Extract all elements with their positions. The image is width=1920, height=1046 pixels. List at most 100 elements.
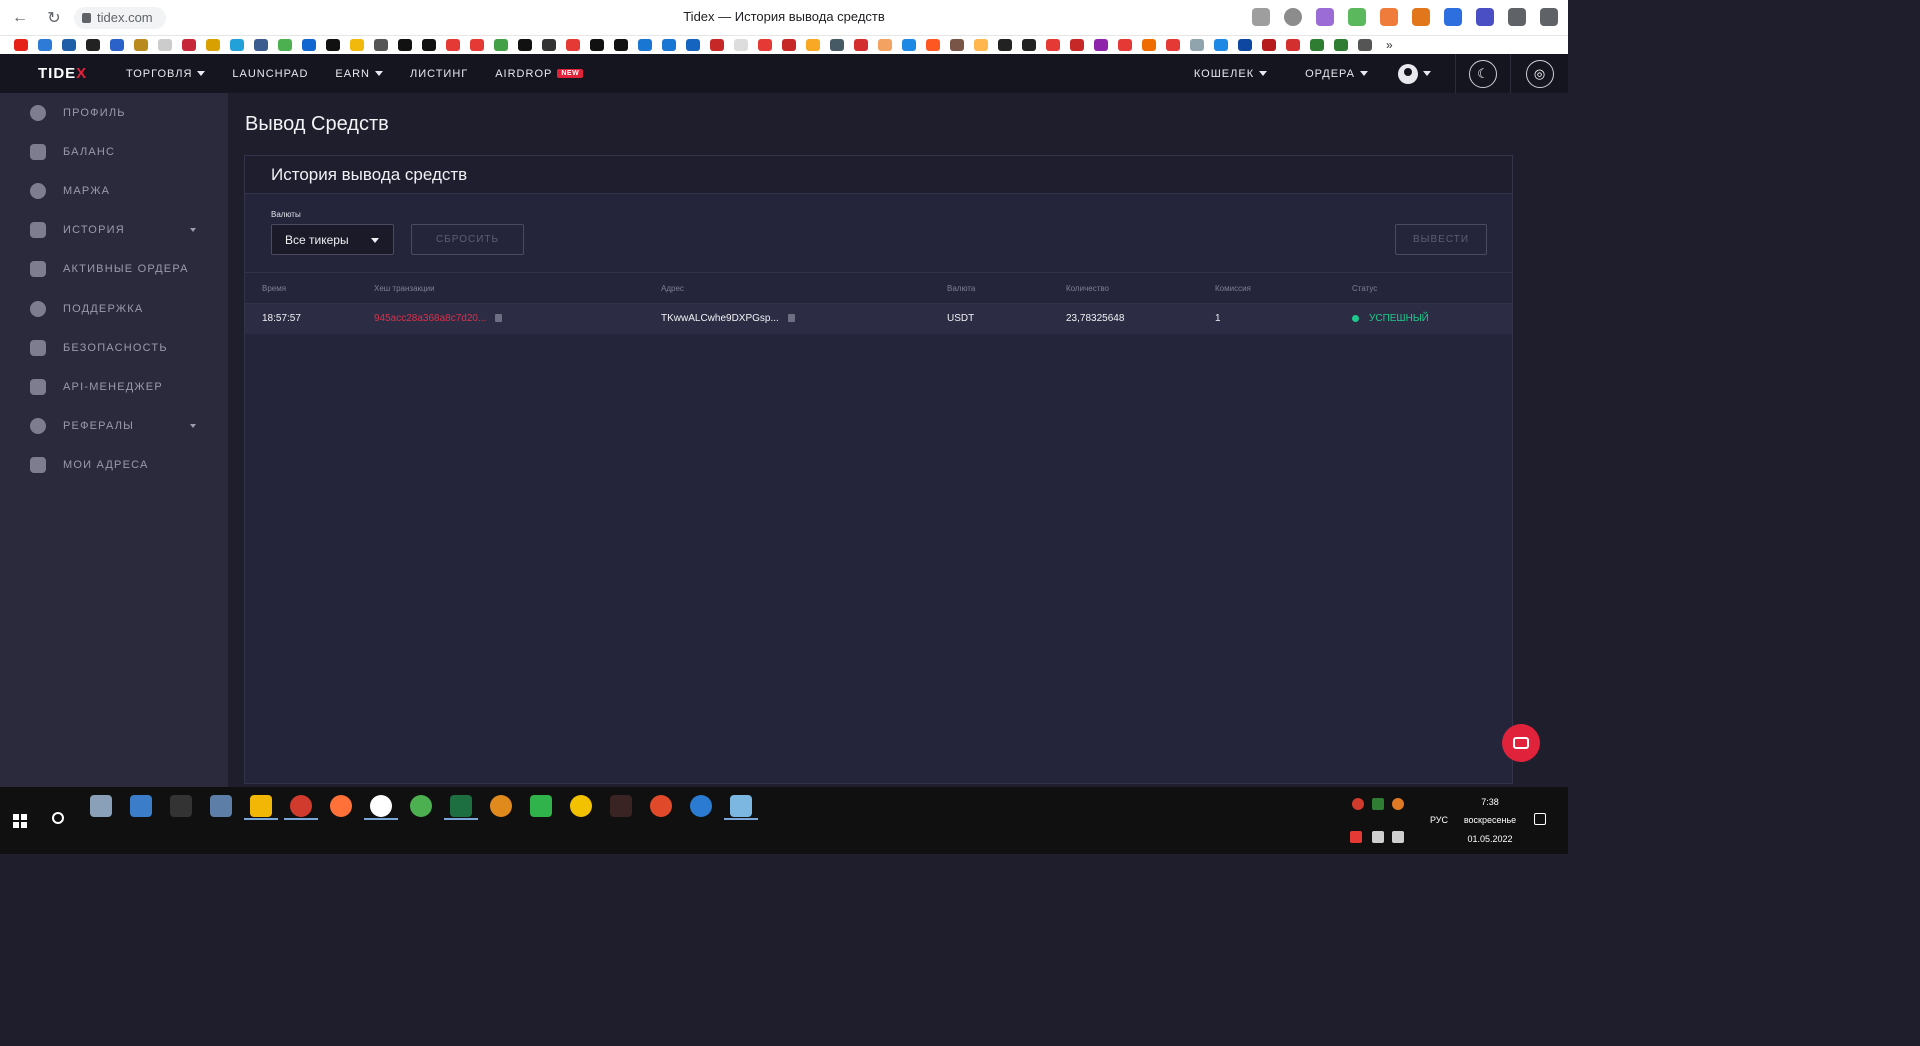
- bookmark-icon[interactable]: [878, 39, 892, 51]
- bookmark-icon[interactable]: [974, 39, 988, 51]
- bookmark-icon[interactable]: [1094, 39, 1108, 51]
- chat-support-button[interactable]: [1502, 724, 1540, 762]
- bookmark-icon[interactable]: [38, 39, 52, 51]
- bookmark-icon[interactable]: [206, 39, 220, 51]
- bookmark-icon[interactable]: [446, 39, 460, 51]
- bookmark-icon[interactable]: [326, 39, 340, 51]
- bookmark-icon[interactable]: [1358, 39, 1372, 51]
- tradingview-bookmark-icon[interactable]: [398, 39, 412, 51]
- bookmark-icon[interactable]: [374, 39, 388, 51]
- x-extension-icon[interactable]: [1444, 8, 1462, 26]
- taskbar-app-icon[interactable]: [690, 795, 712, 817]
- bookmark-icon[interactable]: [950, 39, 964, 51]
- address-bar[interactable]: tidex.com: [74, 6, 166, 29]
- menu-launchpad[interactable]: LAUNCHPAD: [232, 68, 308, 80]
- sidebar-item-support[interactable]: ПОДДЕРЖКА: [0, 289, 228, 328]
- menu-airdrop[interactable]: AIRDROP NEW: [495, 68, 584, 80]
- bookmark-icon[interactable]: [998, 39, 1012, 51]
- vk-bookmark-icon[interactable]: [902, 39, 916, 51]
- taskbar-app-icon[interactable]: [570, 795, 592, 817]
- sidebar-item-referrals[interactable]: РЕФЕРАЛЫ: [0, 407, 228, 446]
- bookmark-icon[interactable]: [518, 39, 532, 51]
- bookmark-icon[interactable]: [110, 39, 124, 51]
- bookmark-icon[interactable]: [662, 39, 676, 51]
- bookmark-icon[interactable]: [566, 39, 580, 51]
- bookmark-icon[interactable]: [1118, 39, 1132, 51]
- bookmark-icon[interactable]: [1286, 39, 1300, 51]
- menu-orders[interactable]: ОРДЕРА: [1305, 68, 1368, 80]
- bookmark-icon[interactable]: [1046, 39, 1060, 51]
- clock-date[interactable]: 01.05.2022: [1460, 834, 1520, 844]
- bookmark-icon[interactable]: [854, 39, 868, 51]
- currency-select[interactable]: Все тикеры: [271, 224, 394, 255]
- calculator-icon[interactable]: [210, 795, 232, 817]
- taskbar-app-icon[interactable]: [530, 795, 552, 817]
- bookmark-icon[interactable]: [1334, 39, 1348, 51]
- network-icon[interactable]: [1372, 831, 1384, 843]
- taskbar-app-icon[interactable]: [490, 795, 512, 817]
- sidebar-item-active-orders[interactable]: АКТИВНЫЕ ОРДЕРА: [0, 250, 228, 289]
- bookmark-icon[interactable]: [182, 39, 196, 51]
- reset-button[interactable]: СБРОСИТЬ: [411, 224, 524, 255]
- terminal-icon[interactable]: [170, 795, 192, 817]
- moon-icon[interactable]: ☾: [1469, 59, 1497, 88]
- menu-listing[interactable]: ЛИСТИНГ: [410, 68, 468, 80]
- user-menu[interactable]: [1398, 63, 1431, 84]
- sidebar-item-security[interactable]: БЕЗОПАСНОСТЬ: [0, 328, 228, 367]
- tidex-logo[interactable]: TIDEX: [38, 65, 126, 82]
- bookmark-icon[interactable]: [470, 39, 484, 51]
- windows-start-icon[interactable]: [13, 814, 27, 828]
- bookmark-icon[interactable]: [1166, 39, 1180, 51]
- more-bookmarks-icon[interactable]: »: [1386, 38, 1393, 52]
- bookmark-icon[interactable]: [542, 39, 556, 51]
- taskbar-app-icon[interactable]: [650, 795, 672, 817]
- bookmark-icon[interactable]: [230, 39, 244, 51]
- language-indicator[interactable]: РУС: [1430, 815, 1448, 825]
- psiphon-icon[interactable]: [290, 795, 312, 817]
- menu-trading[interactable]: ТОРГОВЛЯ: [126, 68, 206, 80]
- clock-time[interactable]: 7:38: [1468, 797, 1512, 807]
- bookmark-icon[interactable]: [614, 39, 628, 51]
- bookmark-icon[interactable]: [590, 39, 604, 51]
- bookmark-icon[interactable]: [134, 39, 148, 51]
- tray-psiphon-icon[interactable]: [1352, 798, 1364, 810]
- puzzle-icon[interactable]: [1508, 8, 1526, 26]
- sidebar-item-balance[interactable]: БАЛАНС: [0, 132, 228, 171]
- bookmark-icon[interactable]: [86, 39, 100, 51]
- bookmark-icon[interactable]: [782, 39, 796, 51]
- bookmark-icon[interactable]: [1238, 39, 1252, 51]
- chrome-icon[interactable]: [410, 795, 432, 817]
- bookmark-icon[interactable]: [254, 39, 268, 51]
- tray-app-icon[interactable]: [1392, 798, 1404, 810]
- clock-day[interactable]: воскресенье: [1460, 815, 1520, 825]
- bookmark-icon[interactable]: [1262, 39, 1276, 51]
- bookmark-icon[interactable]: [806, 39, 820, 51]
- speaker-icon[interactable]: [1392, 831, 1404, 843]
- reload-icon[interactable]: ↻: [40, 4, 68, 32]
- download-extension-icon[interactable]: [1348, 8, 1366, 26]
- bookmark-icon[interactable]: [494, 39, 508, 51]
- k-extension-icon[interactable]: [1476, 8, 1494, 26]
- bookmark-icon[interactable]: [1310, 39, 1324, 51]
- bookmark-icon[interactable]: [758, 39, 772, 51]
- sidebar-item-addresses[interactable]: МОИ АДРЕСА: [0, 446, 228, 485]
- notifications-icon[interactable]: [1534, 813, 1546, 825]
- sidebar-item-profile[interactable]: ПРОФИЛЬ: [0, 93, 228, 132]
- bookmark-icon[interactable]: [830, 39, 844, 51]
- bookmark-icon[interactable]: [734, 39, 748, 51]
- menu-wallet[interactable]: КОШЕЛЕК: [1194, 68, 1268, 80]
- copy-icon[interactable]: [787, 314, 795, 323]
- metamask-icon[interactable]: [1412, 8, 1430, 26]
- bookmark-icon[interactable]: [62, 39, 76, 51]
- volume-muted-icon[interactable]: [1350, 831, 1362, 843]
- pen-extension-icon[interactable]: [1316, 8, 1334, 26]
- sidebar-item-margin[interactable]: МАРЖА: [0, 171, 228, 210]
- taskbar-app-icon[interactable]: [90, 795, 112, 817]
- sidebar-item-api[interactable]: API-МЕНЕДЖЕР: [0, 367, 228, 406]
- bookmark-icon[interactable]: [1214, 39, 1228, 51]
- file-explorer-icon[interactable]: [250, 795, 272, 817]
- search-icon[interactable]: [52, 812, 64, 824]
- back-icon[interactable]: ←: [6, 4, 34, 32]
- bookmark-icon[interactable]: [1022, 39, 1036, 51]
- bookmark-icon[interactable]: [638, 39, 652, 51]
